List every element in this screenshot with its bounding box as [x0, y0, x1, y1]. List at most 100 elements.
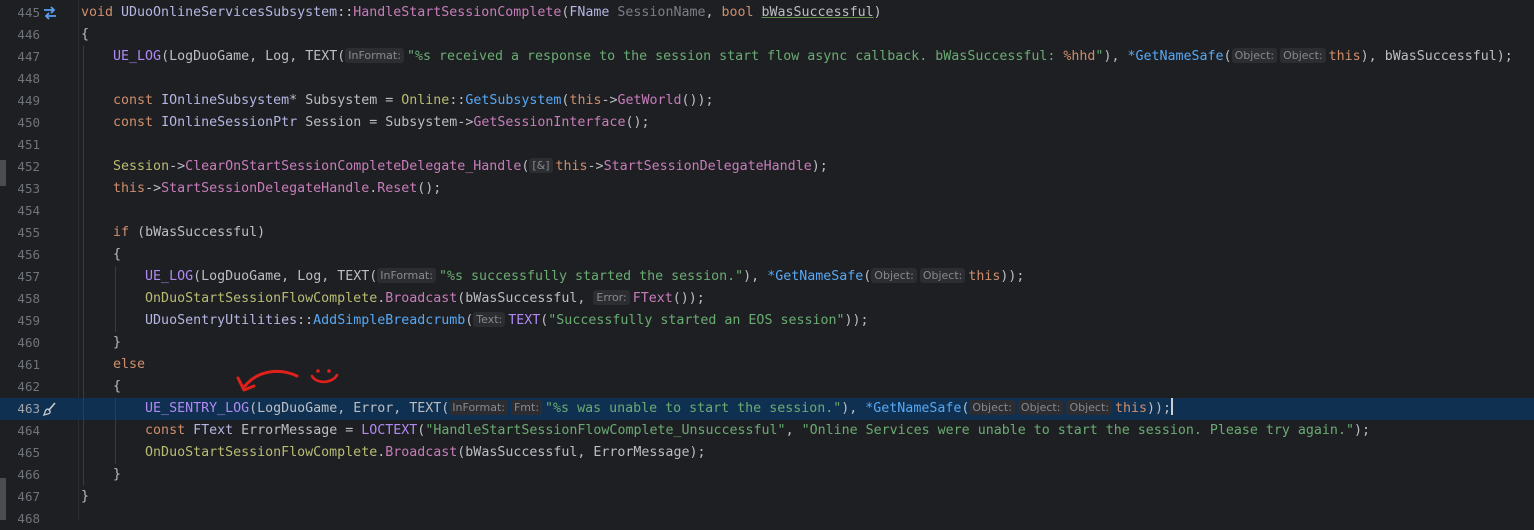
line-number[interactable]: 462: [8, 376, 40, 398]
line-number[interactable]: 457: [8, 266, 40, 288]
line-number[interactable]: 467: [8, 486, 40, 508]
code-token: }: [81, 335, 122, 350]
line-number[interactable]: 450: [8, 112, 40, 134]
code-line-452[interactable]: 452 Session->ClearOnStartSessionComplete…: [0, 156, 1534, 178]
line-number[interactable]: 458: [8, 288, 40, 310]
code-line-458[interactable]: 458 OnDuoStartSessionFlowComplete.Broadc…: [0, 288, 1534, 310]
code-line-453[interactable]: 453 this->StartSessionDelegateHandle.Res…: [0, 178, 1534, 200]
code-token: this: [968, 269, 1001, 284]
code-token: ());: [672, 291, 705, 306]
code-line-460[interactable]: 460 }: [0, 332, 1534, 354]
code-line-447[interactable]: 447 UE_LOG(LogDuoGame, Log, TEXT(InForma…: [0, 46, 1534, 68]
code-line-466[interactable]: 466 }: [0, 464, 1534, 486]
code-token: const: [113, 93, 162, 108]
code-text[interactable]: {: [81, 376, 121, 398]
override-arrows-icon[interactable]: [42, 5, 58, 21]
code-token: Log: [297, 269, 322, 284]
code-text[interactable]: }: [81, 486, 89, 508]
parameter-hint: Error:: [593, 290, 630, 305]
code-text[interactable]: void UDuoOnlineServicesSubsystem::Handle…: [81, 2, 882, 24]
code-text[interactable]: UE_LOG(LogDuoGame, Log, TEXT(InFormat: "%…: [81, 266, 1024, 288]
line-number[interactable]: 451: [8, 134, 40, 156]
code-text[interactable]: UE_SENTRY_LOG(LogDuoGame, Error, TEXT(In…: [81, 398, 1174, 420]
code-line-456[interactable]: 456 {: [0, 244, 1534, 266]
code-token: (: [465, 313, 474, 328]
line-number[interactable]: 459: [8, 310, 40, 332]
code-line-461[interactable]: 461 else: [0, 354, 1534, 376]
code-text[interactable]: }: [81, 464, 121, 486]
code-token: *GetNameSafe: [1127, 49, 1224, 64]
parameter-hint: Object:: [919, 268, 966, 283]
line-number[interactable]: 453: [8, 178, 40, 200]
code-token: ());: [681, 93, 714, 108]
line-number[interactable]: 446: [8, 24, 40, 46]
parameter-hint: InFormat:: [377, 268, 436, 283]
line-number[interactable]: 452: [8, 156, 40, 178]
code-line-445[interactable]: 445 void UDuoOnlineServicesSubsystem::Han…: [0, 2, 1534, 24]
code-token: const: [145, 423, 194, 438]
code-text[interactable]: OnDuoStartSessionFlowComplete.Broadcast(…: [81, 442, 705, 464]
code-line-449[interactable]: 449 const IOnlineSubsystem* Subsystem = …: [0, 90, 1534, 112]
code-text[interactable]: const IOnlineSubsystem* Subsystem = Onli…: [81, 90, 714, 112]
code-text[interactable]: {: [81, 24, 89, 46]
code-token: LogDuoGame: [201, 269, 282, 284]
code-text[interactable]: this->StartSessionDelegateHandle.Reset()…: [81, 178, 441, 200]
code-line-457[interactable]: 457 UE_LOG(LogDuoGame, Log, TEXT(InForma…: [0, 266, 1534, 288]
line-number[interactable]: 460: [8, 332, 40, 354]
code-text[interactable]: const FText ErrorMessage = LOCTEXT("Hand…: [81, 420, 1370, 442]
code-editor[interactable]: 445 void UDuoOnlineServicesSubsystem::Han…: [0, 0, 1534, 526]
code-line-464[interactable]: 464 const FText ErrorMessage = LOCTEXT("…: [0, 420, 1534, 442]
code-line-450[interactable]: 450 const IOnlineSessionPtr Session = Su…: [0, 112, 1534, 134]
code-token: }: [81, 489, 90, 504]
line-number[interactable]: 456: [8, 244, 40, 266]
code-line-467[interactable]: 467}: [0, 486, 1534, 508]
code-token: LOCTEXT: [361, 423, 418, 438]
parameter-hint: Text:: [473, 312, 506, 327]
line-number[interactable]: 466: [8, 464, 40, 486]
line-number[interactable]: 454: [8, 200, 40, 222]
brush-icon[interactable]: [42, 401, 58, 417]
code-line-454[interactable]: 454: [0, 200, 1534, 222]
code-token: ClearOnStartSessionCompleteDelegate_Hand…: [185, 159, 522, 174]
code-line-462[interactable]: 462 {: [0, 376, 1534, 398]
code-token: Subsystem: [385, 115, 458, 130]
line-number[interactable]: 465: [8, 442, 40, 464]
code-token: ::: [337, 5, 354, 20]
code-text[interactable]: UE_LOG(LogDuoGame, Log, TEXT(InFormat: "%…: [81, 46, 1513, 68]
code-line-465[interactable]: 465 OnDuoStartSessionFlowComplete.Broadc…: [0, 442, 1534, 464]
line-number[interactable]: 449: [8, 90, 40, 112]
line-number[interactable]: 463: [8, 398, 40, 420]
parameter-hint: InFormat:: [449, 400, 508, 415]
line-number[interactable]: 455: [8, 222, 40, 244]
code-token: FText: [193, 423, 242, 438]
code-text[interactable]: {: [81, 244, 121, 266]
code-token: GetSubsystem: [465, 93, 562, 108]
code-token: =: [361, 115, 386, 130]
line-number[interactable]: 445: [8, 2, 40, 24]
line-number[interactable]: 468: [8, 508, 40, 530]
code-text[interactable]: UDuoSentryUtilities::AddSimpleBreadcrumb…: [81, 310, 869, 332]
code-token: (: [193, 269, 202, 284]
code-token: (: [249, 401, 258, 416]
code-line-459[interactable]: 459 UDuoSentryUtilities::AddSimpleBreadc…: [0, 310, 1534, 332]
code-token: bWasSuccessful: [761, 5, 874, 20]
code-line-451[interactable]: 451: [0, 134, 1534, 156]
line-number[interactable]: 448: [8, 68, 40, 90]
code-line-446[interactable]: 446 {: [0, 24, 1534, 46]
code-line-468[interactable]: 468: [0, 508, 1534, 530]
code-text[interactable]: if (bWasSuccessful): [81, 222, 265, 244]
code-text[interactable]: OnDuoStartSessionFlowComplete.Broadcast(…: [81, 288, 705, 310]
code-token: UE_SENTRY_LOG: [145, 401, 250, 416]
code-text[interactable]: Session->ClearOnStartSessionCompleteDele…: [81, 156, 828, 178]
code-line-463[interactable]: 463 UE_SENTRY_LOG(LogDuoGame, Error, TEX…: [0, 398, 1534, 420]
code-text[interactable]: const IOnlineSessionPtr Session = Subsys…: [81, 112, 649, 134]
code-line-455[interactable]: 455 if (bWasSuccessful): [0, 222, 1534, 244]
code-text[interactable]: else: [81, 354, 145, 376]
code-line-448[interactable]: 448: [0, 68, 1534, 90]
code-text[interactable]: }: [81, 332, 121, 354]
code-token: UDuoSentryUtilities: [145, 313, 298, 328]
line-number[interactable]: 464: [8, 420, 40, 442]
line-number[interactable]: 447: [8, 46, 40, 68]
line-number[interactable]: 461: [8, 354, 40, 376]
parameter-hint: [&]: [529, 158, 553, 173]
